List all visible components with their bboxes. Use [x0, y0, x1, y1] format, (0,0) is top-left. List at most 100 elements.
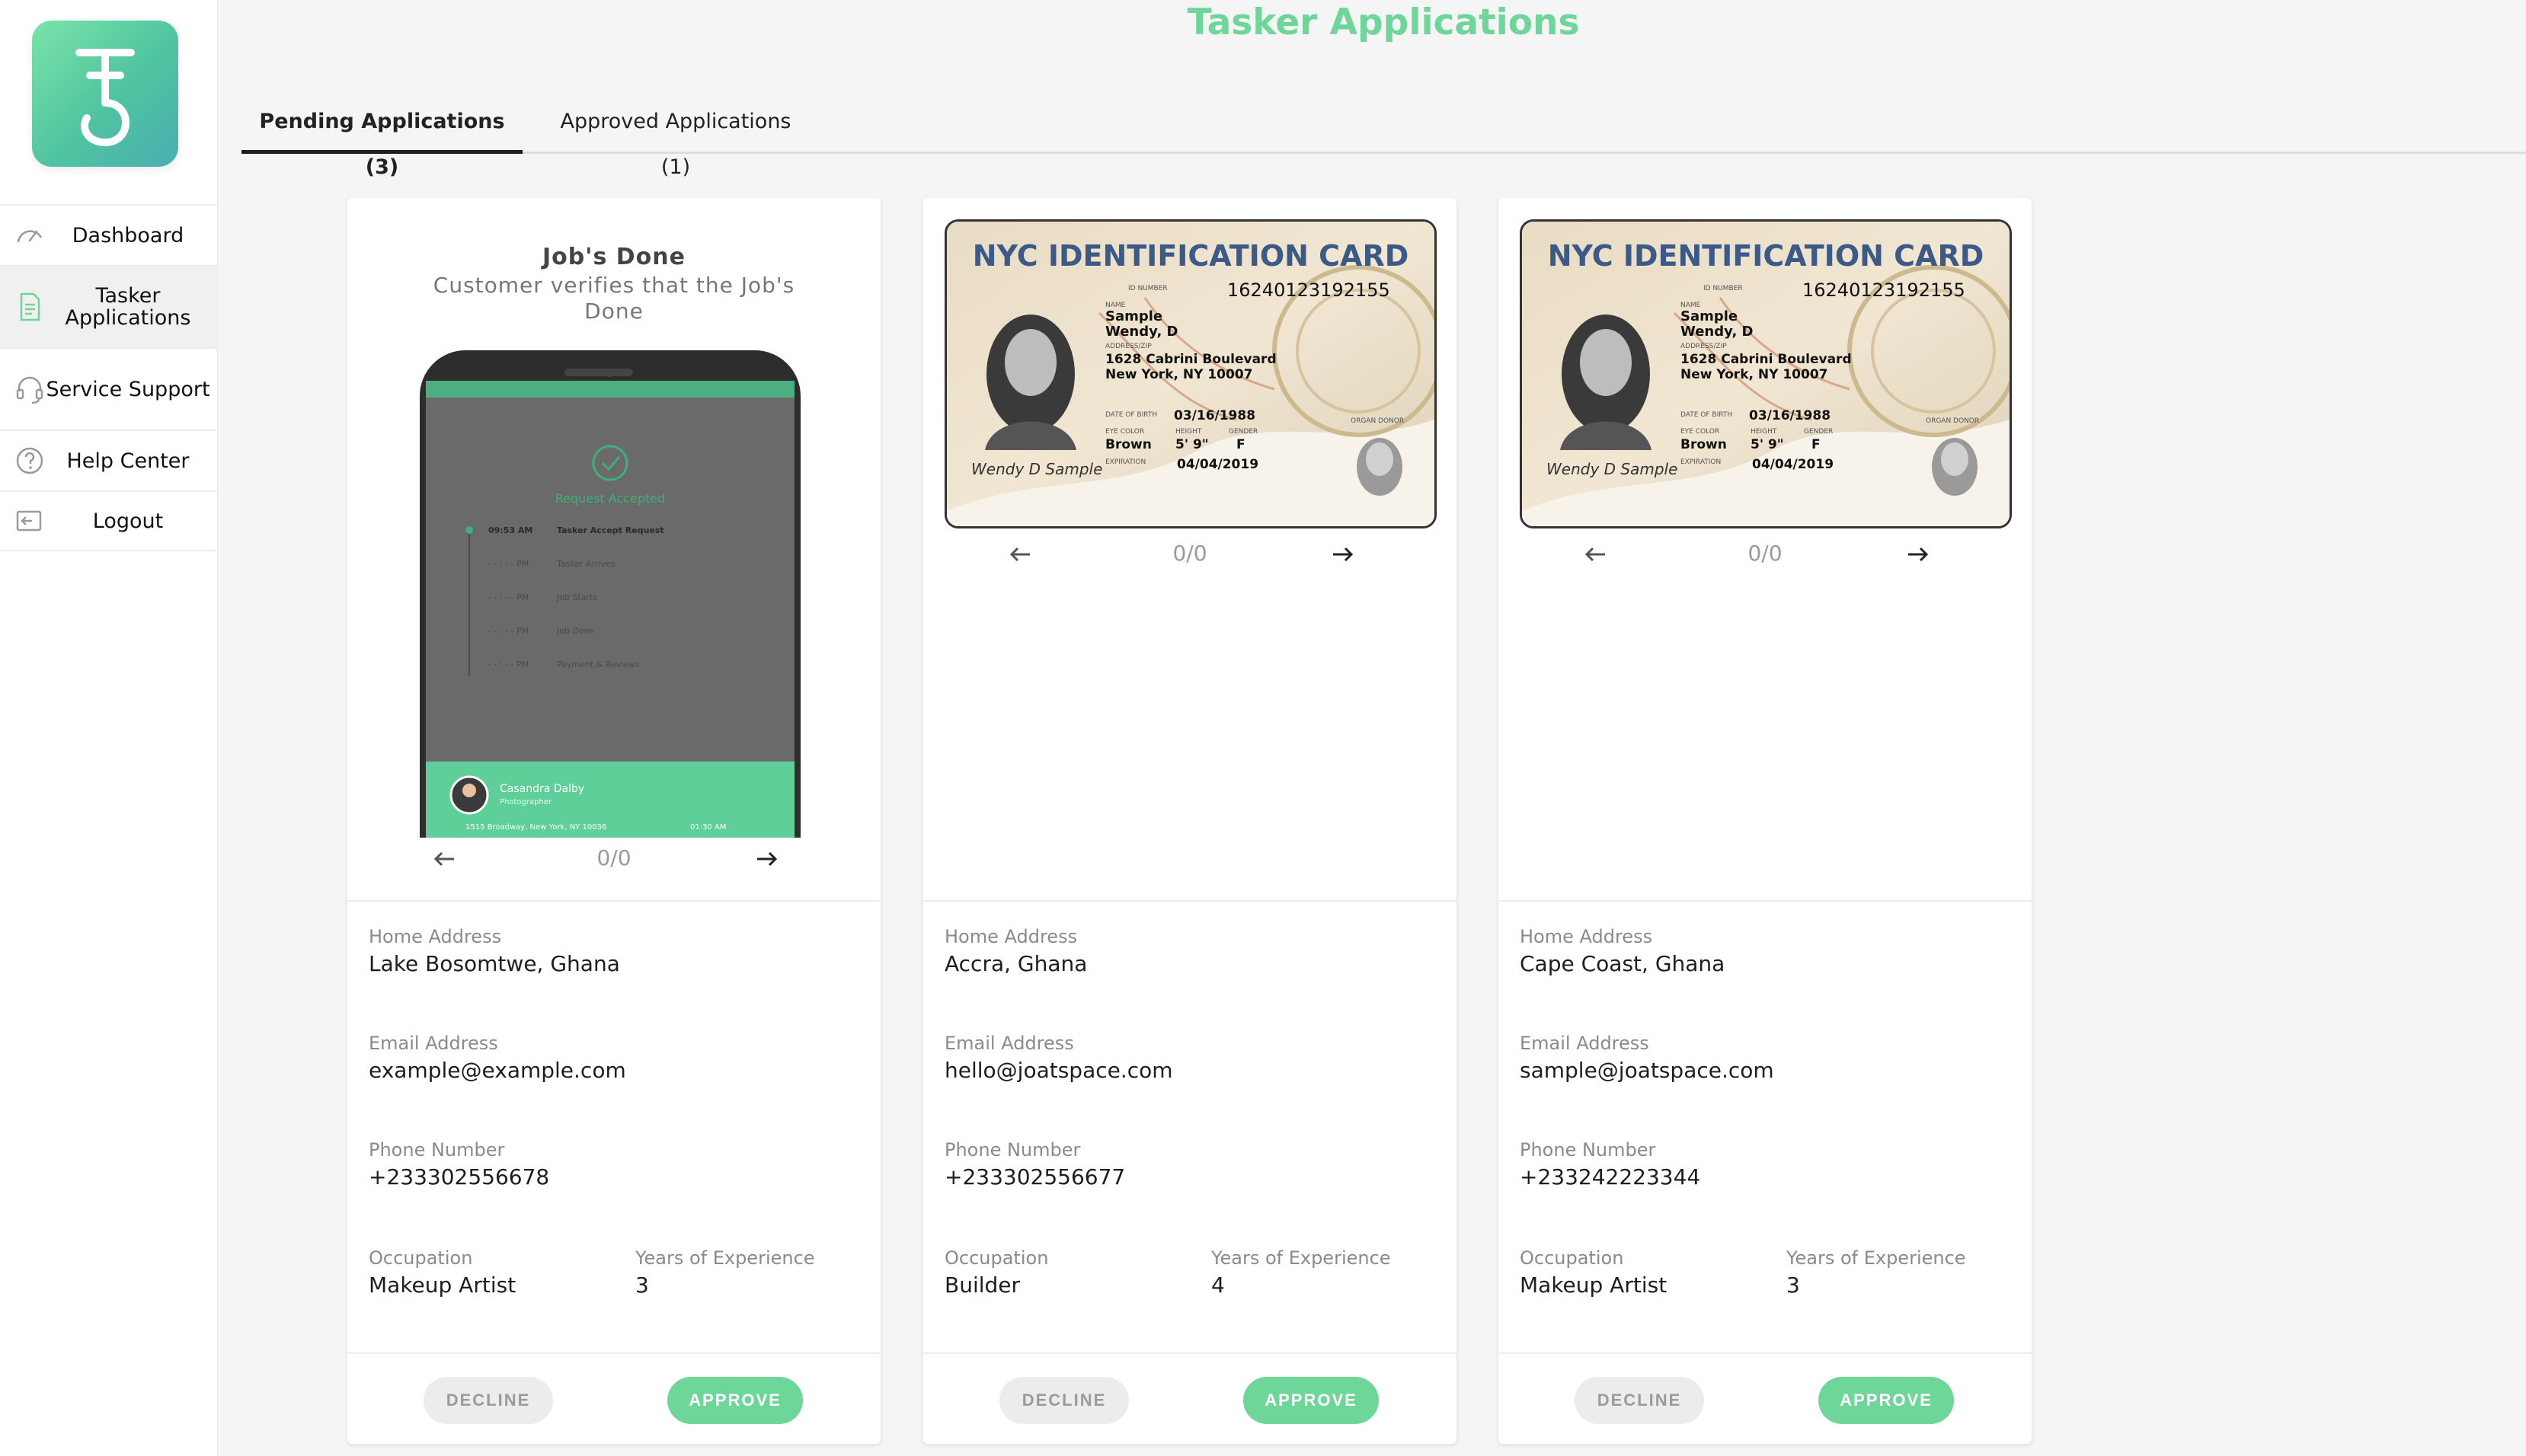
phone-number-field: Phone Number +233242223344: [1520, 1138, 1700, 1192]
svg-text:HEIGHT: HEIGHT: [1175, 428, 1202, 436]
home-address-field: Home Address Lake Bosomtwe, Ghana: [369, 925, 620, 979]
email-address-field: Email Address hello@joatspace.com: [945, 1032, 1173, 1085]
svg-text:01:30 AM: 01:30 AM: [690, 823, 726, 832]
svg-text:ADDRESS/ZIP: ADDRESS/ZIP: [1105, 343, 1152, 350]
approve-button[interactable]: APPROVE: [1818, 1377, 1954, 1424]
svg-text:Photographer: Photographer: [500, 798, 552, 806]
id-card-image: NYC IDENTIFICATION CARD Wendy D Sample I…: [1520, 219, 2012, 528]
svg-text:EYE COLOR: EYE COLOR: [1680, 428, 1719, 436]
svg-text:New York, NY 10007: New York, NY 10007: [1105, 367, 1252, 382]
sidebar: Dashboard Tasker Applications Service Su…: [0, 0, 218, 1456]
application-media: Job's Done Customer verifies that the Jo…: [347, 198, 881, 902]
decline-button[interactable]: DECLINE: [1575, 1377, 1704, 1424]
tab-pending-applications[interactable]: Pending Applications (3): [241, 99, 523, 179]
tasker-hook-logo-icon: [75, 49, 135, 147]
application-media: NYC IDENTIFICATION CARD Wendy D Sample I…: [923, 198, 1456, 902]
svg-text:04/04/2019: 04/04/2019: [1752, 457, 1834, 472]
field-label: Phone Number: [945, 1139, 1081, 1161]
card-actions: DECLINE APPROVE: [1498, 1352, 2032, 1444]
arrow-left-icon[interactable]: [430, 844, 460, 874]
media-counter: 0/0: [596, 845, 632, 870]
svg-text:EXPIRATION: EXPIRATION: [1105, 458, 1146, 466]
field-label: Occupation: [945, 1247, 1049, 1269]
svg-text:Payment & Reviews: Payment & Reviews: [557, 659, 640, 669]
svg-text:Sample: Sample: [1105, 308, 1162, 324]
home-address-value: Lake Bosomtwe, Ghana: [369, 951, 620, 976]
svg-text:EYE COLOR: EYE COLOR: [1105, 428, 1144, 436]
tab-bar: Pending Applications (3) Approved Applic…: [241, 99, 2526, 179]
decline-button[interactable]: DECLINE: [424, 1377, 553, 1424]
phone-value: +233242223344: [1520, 1164, 1701, 1189]
card-actions: DECLINE APPROVE: [923, 1352, 1456, 1444]
years-value: 3: [635, 1272, 649, 1298]
id-card-image: NYC IDENTIFICATION CARD Wendy D Sample I…: [945, 219, 1437, 528]
svg-text:ORGAN DONOR: ORGAN DONOR: [1351, 417, 1404, 425]
svg-text:Casandra Dalby: Casandra Dalby: [500, 783, 584, 795]
svg-text:03/16/1988: 03/16/1988: [1749, 408, 1831, 423]
sidebar-item-tasker-applications[interactable]: Tasker Applications: [0, 265, 218, 347]
logout-icon: [16, 510, 42, 532]
svg-text:5' 9": 5' 9": [1751, 437, 1784, 452]
years-of-experience-field: Years of Experience 4: [1211, 1247, 1391, 1300]
svg-text:Tasker Accept Request: Tasker Accept Request: [557, 525, 664, 535]
sidebar-nav: Dashboard Tasker Applications Service Su…: [0, 204, 218, 551]
svg-text:GENDER: GENDER: [1804, 428, 1833, 436]
svg-text:16240123192155: 16240123192155: [1802, 279, 1965, 301]
arrow-right-icon[interactable]: [751, 844, 782, 874]
tab-approved-applications[interactable]: Approved Applications (1): [546, 99, 805, 179]
approve-button[interactable]: APPROVE: [1243, 1377, 1379, 1424]
email-value: example@example.com: [369, 1058, 626, 1083]
email-address-field: Email Address example@example.com: [369, 1032, 626, 1085]
occupation-value: Builder: [945, 1272, 1021, 1298]
arrow-right-icon[interactable]: [1327, 539, 1357, 570]
svg-text:Brown: Brown: [1680, 437, 1727, 452]
svg-text:1628 Cabrini Boulevard: 1628 Cabrini Boulevard: [1680, 352, 1852, 367]
sidebar-item-dashboard[interactable]: Dashboard: [0, 204, 218, 265]
svg-text:Request Accepted: Request Accepted: [555, 491, 666, 506]
decline-button[interactable]: DECLINE: [999, 1377, 1129, 1424]
svg-text:ID NUMBER: ID NUMBER: [1703, 285, 1743, 292]
svg-text:F: F: [1236, 437, 1245, 452]
question-icon: [16, 447, 43, 474]
arrow-left-icon[interactable]: [1006, 539, 1036, 570]
arrow-right-icon[interactable]: [1902, 539, 1933, 570]
phone-screenshot: Request Accepted 09:53 AM Tasker Accept …: [420, 350, 801, 838]
svg-text:1515 Broadway, New York, NY 10: 1515 Broadway, New York, NY 10036: [465, 823, 606, 832]
media-pager: 0/0: [1498, 538, 2032, 571]
slide-title: Job's Done: [542, 244, 686, 270]
occupation-field: Occupation Makeup Artist: [369, 1247, 516, 1300]
arrow-left-icon[interactable]: [1581, 539, 1611, 570]
svg-text:F: F: [1811, 437, 1821, 452]
occupation-value: Makeup Artist: [1520, 1272, 1667, 1298]
svg-text:- - : - - PM: - - : - - PM: [488, 559, 529, 569]
app-logo[interactable]: [32, 21, 178, 167]
approve-button[interactable]: APPROVE: [667, 1377, 803, 1424]
email-value: sample@joatspace.com: [1520, 1058, 1774, 1083]
years-value: 3: [1786, 1272, 1800, 1298]
application-media: NYC IDENTIFICATION CARD Wendy D Sample I…: [1498, 198, 2032, 902]
svg-text:1628 Cabrini Boulevard: 1628 Cabrini Boulevard: [1105, 352, 1277, 367]
media-pager: 0/0: [923, 538, 1456, 571]
svg-text:HEIGHT: HEIGHT: [1751, 428, 1777, 436]
application-card: NYC IDENTIFICATION CARD Wendy D Sample I…: [1498, 198, 2032, 1444]
svg-text:GENDER: GENDER: [1229, 428, 1258, 436]
svg-text:5' 9": 5' 9": [1175, 437, 1209, 452]
svg-text:EXPIRATION: EXPIRATION: [1680, 458, 1721, 466]
svg-text:Wendy, D: Wendy, D: [1105, 324, 1178, 340]
occupation-value: Makeup Artist: [369, 1272, 516, 1298]
field-label: Email Address: [945, 1033, 1074, 1054]
svg-text:NYC IDENTIFICATION CARD: NYC IDENTIFICATION CARD: [973, 239, 1409, 273]
sidebar-item-service-support[interactable]: Service Support: [0, 347, 218, 429]
card-actions: DECLINE APPROVE: [347, 1352, 881, 1444]
phone-value: +233302556678: [369, 1164, 550, 1189]
email-address-field: Email Address sample@joatspace.com: [1520, 1032, 1774, 1085]
svg-text:09:53 AM: 09:53 AM: [488, 525, 532, 535]
svg-text:- - : - - PM: - - : - - PM: [488, 592, 529, 602]
sidebar-item-logout[interactable]: Logout: [0, 490, 218, 551]
media-counter: 0/0: [1172, 541, 1207, 566]
svg-text:- - : - - PM: - - : - - PM: [488, 659, 529, 669]
media-pager: 0/0: [347, 842, 881, 876]
field-label: Years of Experience: [635, 1247, 815, 1269]
field-label: Occupation: [1520, 1247, 1624, 1269]
sidebar-item-help-center[interactable]: Help Center: [0, 429, 218, 490]
